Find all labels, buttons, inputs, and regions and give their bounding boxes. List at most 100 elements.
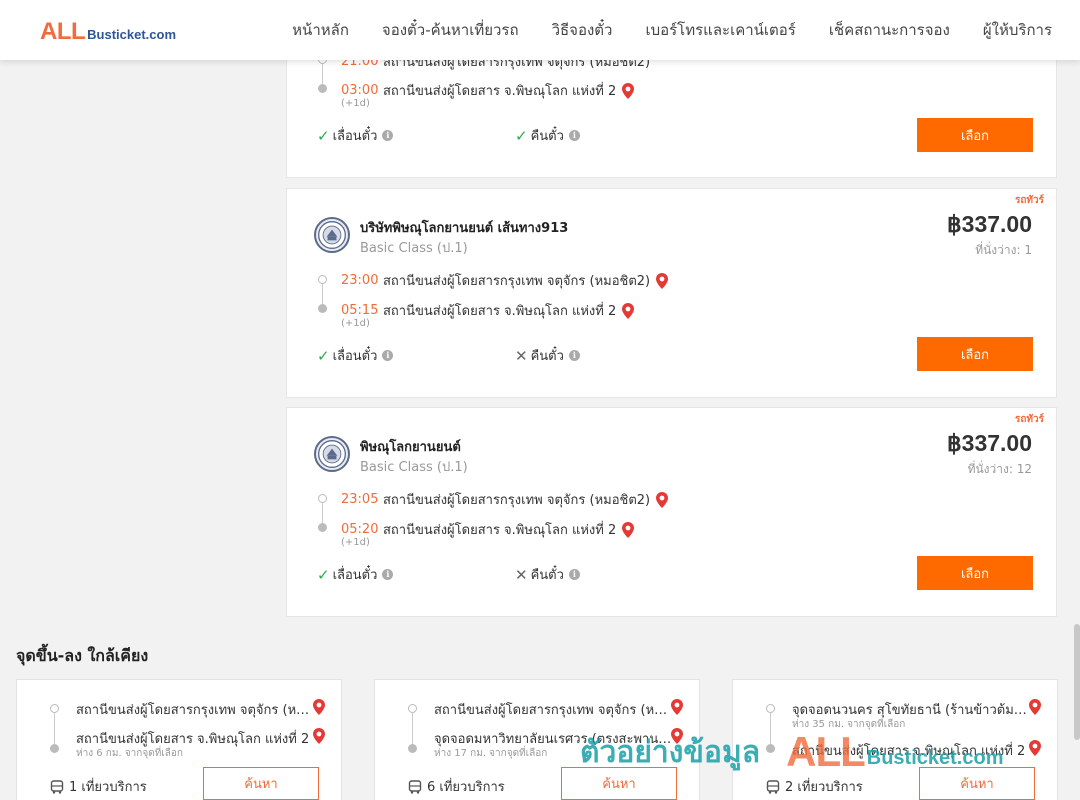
info-icon[interactable]: i <box>568 569 580 580</box>
nav-book-search[interactable]: จองตั๋ว-ค้นหาเที่ยวรถ <box>382 18 519 42</box>
check-icon: ✓ <box>317 126 330 145</box>
map-pin-icon[interactable] <box>622 82 635 99</box>
nearby-from-distance: ห่าง 35 กม. จากจุดที่เลือก <box>792 719 906 730</box>
select-trip-button[interactable]: เลือก <box>917 556 1033 590</box>
trip-card: รถทัวร์ พิษณุโลกยานยนต์ Basic Class (ป.1… <box>286 407 1057 617</box>
bus-icon <box>766 779 780 794</box>
map-pin-icon[interactable] <box>671 728 683 744</box>
nearby-search-button[interactable]: ค้นหา <box>203 767 319 800</box>
refund-option: ✕ คืนตั๋ว i <box>515 345 580 366</box>
depart-station: สถานีขนส่งผู้โดยสารกรุงเทพ จตุจักร (หมอช… <box>383 493 651 508</box>
depart-dot <box>50 704 59 713</box>
arrive-time: 05:20 <box>341 522 379 537</box>
check-icon: ✓ <box>515 126 528 145</box>
reschedule-option: ✓ เลื่อนตั๋ว i <box>317 345 394 366</box>
nearby-trips-count: 6 เที่ยวบริการ <box>427 780 505 795</box>
nearby-trips: 2 เที่ยวบริการ <box>766 776 863 797</box>
map-pin-icon[interactable] <box>656 491 669 508</box>
depart-time: 23:00 <box>341 273 379 288</box>
arrive-row: 03:00 สถานีขนส่งผู้โดยสาร จ.พิษณุโลก แห่… <box>341 80 635 101</box>
nearby-trips-count: 1 เที่ยวบริการ <box>69 780 147 795</box>
select-trip-button[interactable]: เลือก <box>917 118 1033 152</box>
map-pin-icon[interactable] <box>622 302 635 319</box>
route-line <box>770 708 771 746</box>
reschedule-label: เลื่อนตั๋ว <box>332 129 378 144</box>
nearby-search-button[interactable]: ค้นหา <box>919 767 1035 800</box>
bus-class: Basic Class (ป.1) <box>360 460 468 475</box>
nearby-card: จุดจอดนวนคร สุโขทัยธานี (ร้านข้าวต้มโต้ร… <box>732 679 1058 800</box>
map-pin-icon[interactable] <box>313 728 325 744</box>
arrive-next-day: (+1d) <box>341 537 370 548</box>
nearby-card: สถานีขนส่งผู้โดยสารกรุงเทพ จตุจักร (หมอช… <box>16 679 342 800</box>
trip-card: รถทัวร์ บริษัทพิษณุโลกยานยนต์ เส้นทาง913… <box>286 188 1057 398</box>
arrive-station: สถานีขนส่งผู้โดยสาร จ.พิษณุโลก แห่งที่ 2 <box>383 84 617 99</box>
arrive-dot <box>318 304 327 313</box>
refund-option: ✕ คืนตั๋ว i <box>515 564 580 585</box>
nearby-card: สถานีขนส่งผู้โดยสารกรุงเทพ จตุจักร (หมอช… <box>374 679 700 800</box>
company-logo <box>314 217 350 253</box>
info-icon[interactable]: i <box>382 569 394 580</box>
depart-dot <box>318 494 327 503</box>
cross-icon: ✕ <box>515 565 528 584</box>
arrive-row: 05:15 สถานีขนส่งผู้โดยสาร จ.พิษณุโลก แห่… <box>341 300 635 321</box>
refund-label: คืนตั๋ว <box>530 129 564 144</box>
nav-phone-counters[interactable]: เบอร์โทรและเคาน์เตอร์ <box>645 18 795 42</box>
depart-row: 23:05 สถานีขนส่งผู้โดยสารกรุงเทพ จตุจักร… <box>341 489 669 510</box>
arrive-row: 05:20 สถานีขนส่งผู้โดยสาร จ.พิษณุโลก แห่… <box>341 519 635 540</box>
info-icon[interactable]: i <box>382 350 394 361</box>
company-name: พิษณุโลกยานยนต์ <box>360 440 461 455</box>
nav-how-to-book[interactable]: วิธีจองตั๋ว <box>552 18 613 42</box>
bus-type-tag: รถทัวร์ <box>1014 195 1044 206</box>
reschedule-option: ✓ เลื่อนตั๋ว i <box>317 564 394 585</box>
depart-dot <box>408 704 417 713</box>
depart-dot <box>318 275 327 284</box>
route-line <box>54 708 55 746</box>
reschedule-option: ✓ เลื่อนตั๋ว i <box>317 125 394 146</box>
nearby-to-station: สถานีขนส่งผู้โดยสาร จ.พิษณุโลก แห่งที่ 2 <box>792 744 1026 759</box>
info-icon[interactable]: i <box>568 350 580 361</box>
arrive-dot <box>318 523 327 532</box>
info-icon[interactable]: i <box>568 130 580 141</box>
nav-operators[interactable]: ผู้ให้บริการ <box>983 18 1052 42</box>
map-pin-icon[interactable] <box>671 699 683 715</box>
nearby-search-button[interactable]: ค้นหา <box>561 767 677 800</box>
seats-available: ที่นั่งว่าง: 12 <box>967 462 1032 476</box>
main-nav: หน้าหลัก จองตั๋ว-ค้นหาเที่ยวรถ วิธีจองตั… <box>259 0 1052 60</box>
nearby-to-distance: ห่าง 6 กม. จากจุดที่เลือก <box>76 748 183 759</box>
nav-home[interactable]: หน้าหลัก <box>292 18 349 42</box>
map-pin-icon[interactable] <box>1029 740 1041 756</box>
arrive-station: สถานีขนส่งผู้โดยสาร จ.พิษณุโลก แห่งที่ 2 <box>383 523 617 538</box>
map-pin-icon[interactable] <box>622 521 635 538</box>
seats-available: ที่นั่งว่าง: 1 <box>975 243 1032 257</box>
depart-time: 23:05 <box>341 492 379 507</box>
refund-option: ✓ คืนตั๋ว i <box>515 125 580 146</box>
ticket-price: ฿337.00 <box>947 430 1032 456</box>
select-trip-button[interactable]: เลือก <box>917 337 1033 371</box>
depart-row: 23:00 สถานีขนส่งผู้โดยสารกรุงเทพ จตุจักร… <box>341 270 669 291</box>
map-pin-icon[interactable] <box>656 272 669 289</box>
info-icon[interactable]: i <box>382 130 394 141</box>
refund-label: คืนตั๋ว <box>530 349 564 364</box>
top-header: ALL Busticket.com หน้าหลัก จองตั๋ว-ค้นหา… <box>0 0 1080 60</box>
map-pin-icon[interactable] <box>1029 699 1041 715</box>
bus-icon <box>50 779 64 794</box>
reschedule-label: เลื่อนตั๋ว <box>332 568 378 583</box>
arrive-dot <box>318 84 327 93</box>
site-logo[interactable]: ALL Busticket.com <box>40 18 176 46</box>
nearby-trips-count: 2 เที่ยวบริการ <box>785 780 863 795</box>
page-scrollbar[interactable] <box>1074 624 1080 740</box>
logo-all-text: ALL <box>40 18 86 45</box>
nav-check-booking[interactable]: เช็คสถานะการจอง <box>829 18 950 42</box>
company-logo <box>314 436 350 472</box>
arrive-dot <box>50 744 59 753</box>
nearby-from-station: สถานีขนส่งผู้โดยสารกรุงเทพ จตุจักร (หมอช… <box>76 703 316 718</box>
nearby-to-distance: ห่าง 17 กม. จากจุดที่เลือก <box>434 748 548 759</box>
arrive-next-day: (+1d) <box>341 98 370 109</box>
arrive-time: 05:15 <box>341 303 379 318</box>
nearby-section-title: จุดขึ้น-ลง ใกล้เคียง <box>16 646 149 665</box>
arrive-dot <box>408 744 417 753</box>
map-pin-icon[interactable] <box>313 699 325 715</box>
company-name: บริษัทพิษณุโลกยานยนต์ เส้นทาง913 <box>360 221 569 236</box>
arrive-next-day: (+1d) <box>341 318 370 329</box>
reschedule-label: เลื่อนตั๋ว <box>332 349 378 364</box>
